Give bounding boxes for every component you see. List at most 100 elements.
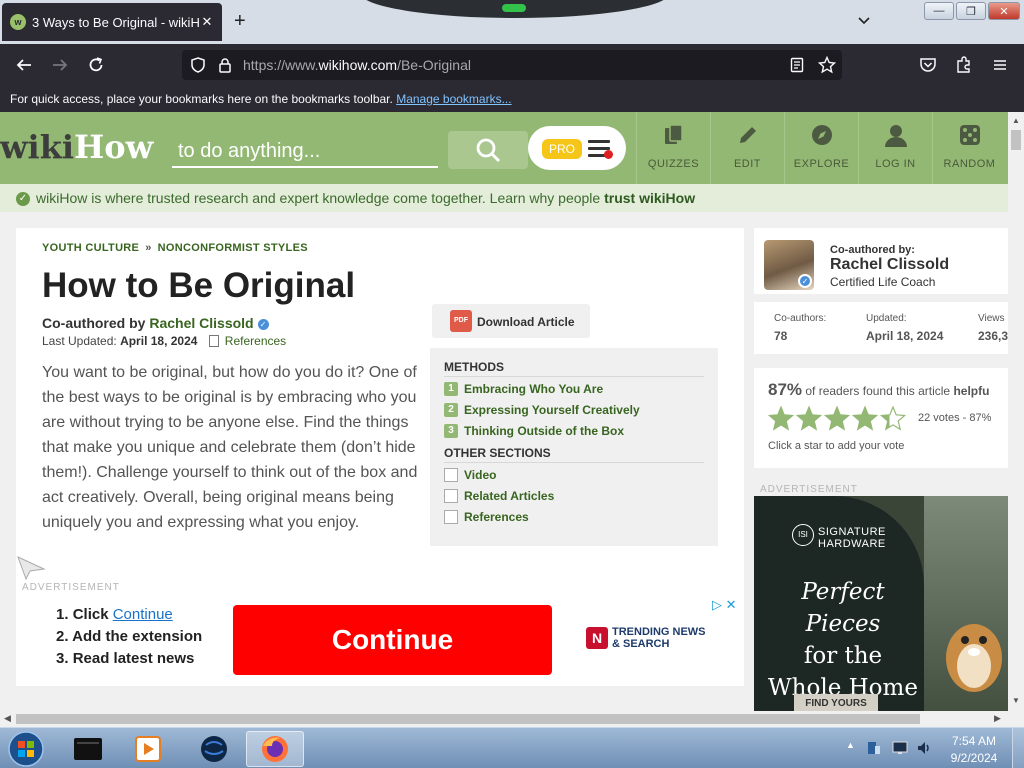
star-icon[interactable] [880,406,906,431]
ad-steps: 1. Click Continue 2. Add the extension 3… [56,606,202,672]
nav-log-in[interactable]: LOG IN [858,112,932,184]
breadcrumb-nonconformist-styles[interactable]: NONCONFORMIST STYLES [158,242,308,254]
scroll-left-arrow-icon[interactable]: ◀ [4,713,11,724]
helpful-word: helpfu [953,384,990,398]
pro-menu-button[interactable]: PRO [528,126,626,170]
tray-device-icon[interactable] [866,740,882,756]
toc-method-1[interactable]: 1 Embracing Who You Are [444,382,603,396]
stat-updated-label: Updated: [866,313,907,324]
avatar[interactable]: ✓ [764,240,814,290]
horizontal-scroll-thumb[interactable] [16,714,920,724]
url-bar[interactable]: https://www.wikihow.com/Be-Original [182,50,842,80]
star-icon[interactable] [824,406,850,431]
manage-bookmarks-link[interactable]: Manage bookmarks... [396,92,511,106]
bookmark-star-icon[interactable] [818,56,836,74]
window-close-button[interactable]: ✕ [988,2,1020,20]
list-all-tabs-icon[interactable] [856,12,872,28]
tray-expand-icon[interactable]: ▲ [846,740,855,750]
maximize-button[interactable]: ❐ [956,2,986,20]
browser-tab-active[interactable]: w 3 Ways to Be Original - wikiHow ✕ [2,3,222,41]
nav-random[interactable]: RANDOM [932,112,1006,184]
ad-headline-line-1: Perfect Pieces [801,579,885,637]
toc-method-3[interactable]: 3 Thinking Outside of the Box [444,424,624,438]
trending-line-2: & SEARCH [612,638,670,650]
pocket-button[interactable] [918,55,938,75]
sidebar-advertisement-label: ADVERTISEMENT [760,484,858,495]
related-articles-icon [444,489,458,503]
votes-count: 22 votes - 87% [918,412,992,424]
nav-quizzes[interactable]: QUIZZES [636,112,710,184]
ad-choices-close-icon[interactable]: ▷ ✕ [712,597,737,613]
references-link[interactable]: References [225,334,286,348]
scroll-down-arrow-icon[interactable]: ▼ [1012,696,1020,705]
toc-method-2[interactable]: 2 Expressing Yourself Creatively [444,403,640,417]
reload-button[interactable] [86,55,106,75]
wikihow-logo[interactable]: wikiHow [0,128,153,166]
sidebar-author-name[interactable]: Rachel Clissold [830,256,949,274]
taskbar-globe-app[interactable] [188,731,240,767]
step-text: Read latest news [72,650,195,667]
vertical-scrollbar[interactable]: ▲ ▼ [1008,112,1024,711]
author-link[interactable]: Rachel Clissold [149,315,253,331]
browser-tab-bar: w 3 Ways to Be Original - wikiHow ✕ + — … [0,0,1024,44]
breadcrumb-youth-culture[interactable]: YOUTH CULTURE [42,242,139,254]
signature-hardware-ad[interactable]: ISI SIGNATURE HARDWARE Perfect Pieces for… [754,496,1008,711]
method-number: 2 [444,403,458,417]
reader-view-icon[interactable] [790,57,804,73]
tracking-protection-shield-icon[interactable] [190,57,206,73]
minimize-button[interactable]: — [924,2,954,20]
logo-how: How [74,128,154,166]
scroll-up-arrow-icon[interactable]: ▲ [1012,116,1020,125]
scroll-right-arrow-icon[interactable]: ▶ [994,713,1001,724]
trust-link[interactable]: trust wikiHow [604,190,695,206]
url-domain: wikihow.com [318,57,398,73]
toc-method-label: Thinking Outside of the Box [464,424,624,438]
horizontal-scrollbar[interactable]: ◀ ▶ [0,711,1024,727]
windows-start-orb-icon [8,731,44,767]
search-button[interactable] [448,131,528,169]
new-tab-button[interactable]: + [234,10,246,33]
star-icon[interactable] [796,406,822,431]
lock-icon[interactable] [218,57,232,73]
toc-references[interactable]: References [444,510,529,524]
toc-video[interactable]: Video [444,468,496,482]
vertical-scroll-thumb[interactable] [1011,130,1021,150]
windows-taskbar: ▲ 7:54 AM 9/2/2024 [0,727,1024,768]
nav-explore[interactable]: EXPLORE [784,112,858,184]
toc-other-label: Video [464,468,497,482]
volume-icon[interactable] [916,740,932,756]
toc-related-articles[interactable]: Related Articles [444,489,554,503]
clock-time[interactable]: 7:54 AM [950,734,998,748]
network-icon[interactable] [892,741,908,755]
ad-find-yours-button[interactable]: FIND YOURS [794,694,878,711]
show-desktop-button[interactable] [1012,728,1024,768]
taskbar-firefox[interactable] [246,731,304,767]
nav-edit[interactable]: EDIT [710,112,784,184]
star-rating[interactable] [768,406,906,431]
taskbar-media-player[interactable] [122,731,174,767]
bottom-ad-banner[interactable]: 1. Click Continue 2. Add the extension 3… [16,592,744,684]
back-arrow-icon [16,59,31,71]
ad-continue-button[interactable]: Continue [233,605,552,675]
nav-label: QUIZZES [647,158,700,170]
download-article-button[interactable]: PDF Download Article [432,304,590,338]
back-button[interactable] [14,55,34,75]
helpfulness-rating-card: 87% of readers found this article helpfu… [754,368,1008,468]
app-menu-button[interactable] [990,55,1010,75]
star-icon[interactable] [768,406,794,431]
taskbar-terminal[interactable] [62,731,114,767]
extensions-button[interactable] [954,55,974,75]
toc-methods-header: METHODS [444,360,704,377]
star-icon[interactable] [852,406,878,431]
forward-button[interactable] [50,55,70,75]
stat-views-value: 236,3 [978,329,1008,343]
start-button[interactable] [0,731,52,767]
hamburger-menu-icon [994,60,1006,70]
tab-close-icon[interactable]: ✕ [200,14,214,30]
ad-continue-link[interactable]: Continue [113,606,173,623]
dice-icon [959,125,980,145]
search-input[interactable]: to do anything... [172,130,438,168]
trending-news-logo[interactable]: N TRENDING NEWS & SEARCH [586,626,706,650]
clock-date[interactable]: 9/2/2024 [950,751,998,765]
download-label: Download Article [477,315,575,329]
